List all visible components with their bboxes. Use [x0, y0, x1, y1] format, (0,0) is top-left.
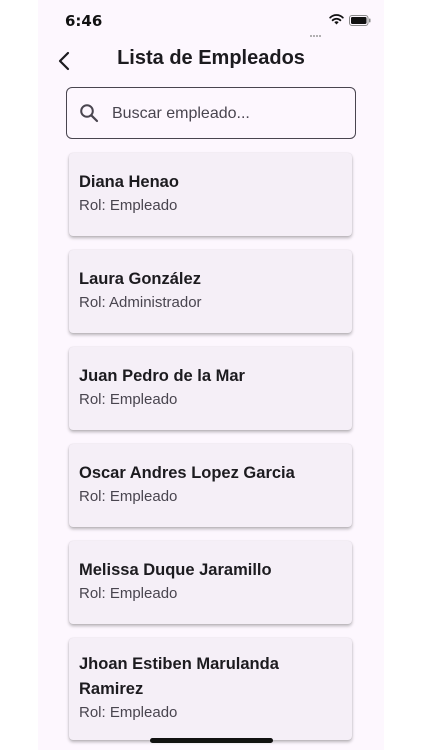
employee-card[interactable]: Diana Henao Rol: Empleado: [69, 153, 352, 236]
employee-role: Rol: Empleado: [79, 197, 178, 214]
status-bar: 6:46: [38, 0, 384, 40]
employee-name: Melissa Duque Jaramillo: [79, 561, 272, 579]
search-field[interactable]: [66, 87, 356, 139]
employee-name: Oscar Andres Lopez Garcia: [79, 464, 295, 482]
employee-name: Jhoan Estiben Marulanda Ramirez: [79, 655, 279, 698]
employee-role: Rol: Empleado: [79, 488, 178, 505]
employee-name: Diana Henao: [79, 173, 179, 191]
employee-card[interactable]: Oscar Andres Lopez Garcia Rol: Empleado: [69, 444, 352, 527]
employee-name: Juan Pedro de la Mar: [79, 367, 245, 385]
cellular-signal-icon: [310, 19, 324, 37]
app-screen: 6:46 Lista de Empleados Diana Henao Rol:…: [38, 0, 384, 750]
status-time: 6:46: [65, 12, 103, 30]
home-indicator[interactable]: [150, 738, 273, 743]
employee-role: Rol: Empleado: [79, 585, 178, 602]
search-icon: [80, 104, 99, 123]
page-title: Lista de Empleados: [117, 47, 305, 69]
employee-role: Rol: Empleado: [79, 704, 178, 721]
battery-icon: [349, 15, 371, 26]
search-input[interactable]: [110, 101, 344, 127]
employee-role: Rol: Empleado: [79, 391, 178, 408]
wifi-icon: [329, 14, 344, 25]
employee-card[interactable]: Juan Pedro de la Mar Rol: Empleado: [69, 347, 352, 430]
employee-role: Rol: Administrador: [79, 294, 202, 311]
employee-card[interactable]: Melissa Duque Jaramillo Rol: Empleado: [69, 541, 352, 624]
employee-card[interactable]: Jhoan Estiben Marulanda Ramirez Rol: Emp…: [69, 638, 352, 740]
employee-card[interactable]: Laura González Rol: Administrador: [69, 250, 352, 333]
app-bar: Lista de Empleados: [38, 40, 384, 80]
employee-name: Laura González: [79, 270, 201, 288]
